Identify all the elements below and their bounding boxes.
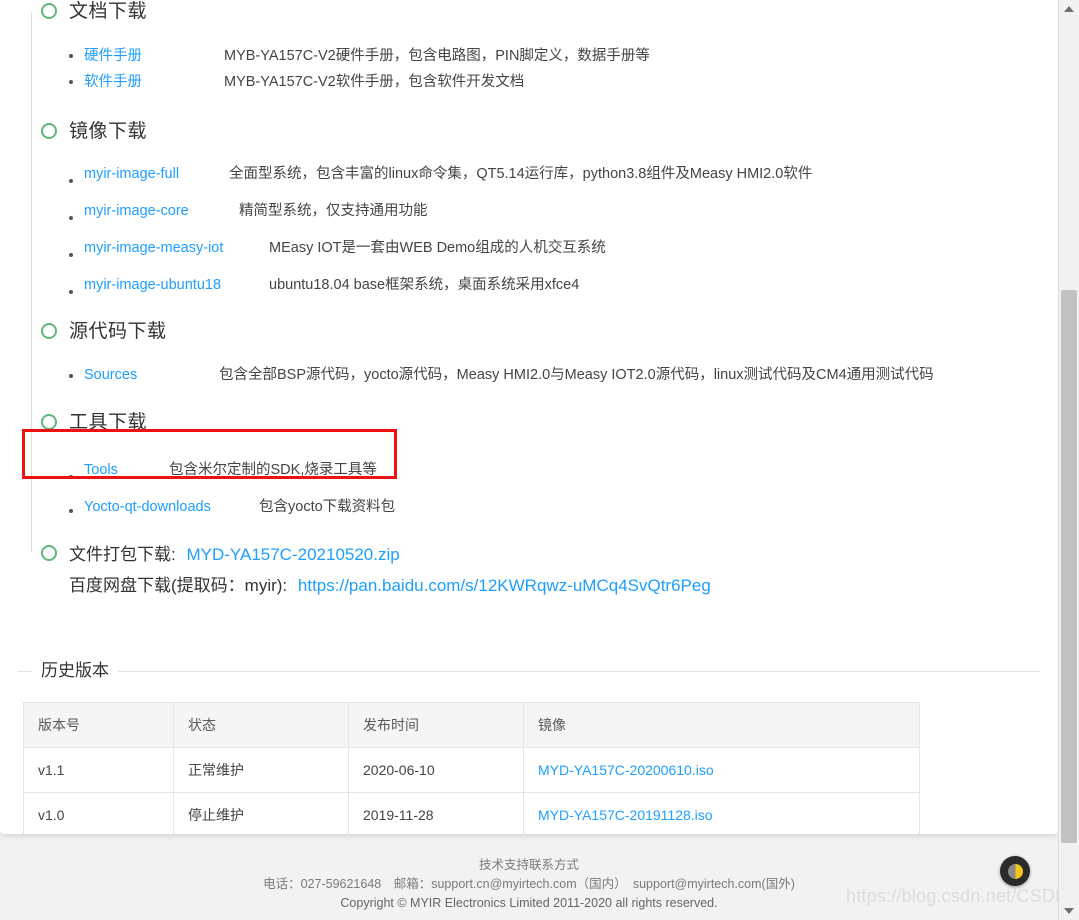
timeline-section-images: 镜像下载 myir-image-full 全面型系统，包含丰富的linux命令集…: [18, 120, 1040, 311]
cell-status: 正常维护: [173, 747, 349, 793]
content-card: 文档下载 硬件手册 MYB-YA157C-V2硬件手册，包含电路图，PIN脚定义…: [0, 0, 1058, 834]
column-header-version: 版本号: [23, 702, 174, 748]
table-row: v1.1 正常维护 2020-06-10 MYD-YA157C-20200610…: [23, 747, 920, 793]
cell-status: 停止维护: [173, 792, 349, 834]
download-link[interactable]: myir-image-full: [84, 163, 229, 185]
timeline-dot-icon: [41, 3, 57, 19]
timeline-section-tools: 工具下载 Tools 包含米尔定制的SDK,烧录工具等 Yocto-qt-dow…: [18, 411, 1040, 530]
download-link[interactable]: myir-image-measy-iot: [84, 237, 269, 259]
download-description: 包含yocto下载资料包: [259, 499, 396, 515]
content-inner: 文档下载 硬件手册 MYB-YA157C-V2硬件手册，包含电路图，PIN脚定义…: [0, 0, 1058, 599]
section-title: 镜像下载: [69, 121, 148, 142]
download-list-sources: Sources 包含全部BSP源代码，yocto源代码，Measy HMI2.0…: [69, 364, 1040, 394]
timeline-dot-icon: [41, 414, 57, 430]
download-link[interactable]: myir-image-ubuntu18: [84, 274, 269, 296]
bullet-icon: [69, 374, 73, 378]
download-description: MEasy IOT是一套由WEB Demo组成的人机交互系统: [269, 240, 606, 256]
bullet-icon: [69, 80, 73, 84]
list-item[interactable]: myir-image-measy-iot MEasy IOT是一套由WEB De…: [69, 237, 1040, 274]
column-header-image: 镜像: [523, 702, 920, 748]
cell-date: 2019-11-28: [348, 792, 524, 834]
scrollbar-thumb[interactable]: [1061, 290, 1077, 843]
baidu-pan-link[interactable]: https://pan.baidu.com/s/12KWRqwz-uMCq4Sv…: [298, 576, 711, 595]
chevron-down-icon: [1064, 908, 1074, 914]
list-item[interactable]: Tools 包含米尔定制的SDK,烧录工具等: [69, 459, 1040, 496]
footer-support-title: 技术支持联系方式: [478, 858, 579, 872]
package-zip-link[interactable]: MYD-YA157C-20210520.zip: [186, 545, 399, 564]
bullet-icon: [69, 216, 73, 220]
column-header-date: 发布时间: [348, 702, 524, 748]
table-header-row: 版本号 状态 发布时间 镜像: [23, 702, 920, 748]
download-link[interactable]: 软件手册: [84, 71, 224, 93]
history-legend: 历史版本: [32, 659, 118, 683]
baidu-download-line: 百度网盘下载(提取码：myir): https://pan.baidu.com/…: [69, 573, 1040, 599]
contrast-circle-icon: [1007, 863, 1023, 879]
download-description: 全面型系统，包含丰富的linux命令集，QT5.14运行库，python3.8组…: [229, 166, 813, 182]
download-link[interactable]: myir-image-core: [84, 200, 239, 222]
cell-version: v1.1: [23, 747, 174, 793]
download-description: ubuntu18.04 base框架系统，桌面系统采用xfce4: [269, 277, 580, 293]
download-description: 包含米尔定制的SDK,烧录工具等: [169, 462, 377, 478]
bullet-icon: [69, 54, 73, 58]
cell-date: 2020-06-10: [348, 747, 524, 793]
column-header-status: 状态: [173, 702, 349, 748]
download-link[interactable]: Sources: [84, 364, 219, 386]
history-image-link[interactable]: MYD-YA157C-20200610.iso: [538, 762, 714, 778]
timeline-dot-icon: [41, 545, 57, 561]
download-description: MYB-YA157C-V2软件手册，包含软件开发文档: [224, 74, 525, 90]
section-title: 文档下载: [69, 1, 148, 22]
timeline-dot-icon: [41, 123, 57, 139]
vertical-scrollbar[interactable]: [1058, 0, 1079, 920]
history-image-link[interactable]: MYD-YA157C-20191128.iso: [538, 807, 713, 823]
list-item[interactable]: Yocto-qt-downloads 包含yocto下载资料包: [69, 496, 1040, 530]
history-fieldset: 历史版本 版本号 状态 发布时间 镜像 v1.1 正常维护 2020-06-10…: [18, 659, 1040, 834]
scroll-down-button[interactable]: [1059, 902, 1079, 920]
bullet-icon: [69, 179, 73, 183]
history-table: 版本号 状态 发布时间 镜像 v1.1 正常维护 2020-06-10 MYD-…: [23, 702, 920, 834]
cell-image: MYD-YA157C-20200610.iso: [523, 747, 920, 793]
download-description: 包含全部BSP源代码，yocto源代码，Measy HMI2.0与Measy I…: [219, 367, 934, 383]
watermark-text: https://blog.csdn.net/CSDN_XZ: [846, 886, 1079, 906]
list-item[interactable]: 软件手册 MYB-YA157C-V2软件手册，包含软件开发文档: [69, 71, 1040, 97]
list-item[interactable]: 硬件手册 MYB-YA157C-V2硬件手册，包含电路图，PIN脚定义，数据手册…: [69, 45, 1040, 71]
package-label: 文件打包下载:: [69, 545, 176, 564]
section-title: 源代码下载: [69, 321, 167, 342]
bullet-icon: [69, 475, 73, 479]
timeline-section-documents: 文档下载 硬件手册 MYB-YA157C-V2硬件手册，包含电路图，PIN脚定义…: [18, 0, 1040, 97]
list-item[interactable]: myir-image-full 全面型系统，包含丰富的linux命令集，QT5.…: [69, 163, 1040, 200]
list-item[interactable]: myir-image-core 精简型系统，仅支持通用功能: [69, 200, 1040, 237]
download-list-documents: 硬件手册 MYB-YA157C-V2硬件手册，包含电路图，PIN脚定义，数据手册…: [69, 45, 1040, 97]
list-item[interactable]: Sources 包含全部BSP源代码，yocto源代码，Measy HMI2.0…: [69, 364, 1040, 394]
download-description: 精简型系统，仅支持通用功能: [239, 203, 428, 219]
section-title: 工具下载: [69, 412, 148, 433]
download-link[interactable]: Tools: [84, 459, 169, 481]
download-list-images: myir-image-full 全面型系统，包含丰富的linux命令集，QT5.…: [69, 163, 1040, 311]
download-link[interactable]: 硬件手册: [84, 45, 224, 67]
table-row: v1.0 停止维护 2019-11-28 MYD-YA157C-20191128…: [23, 792, 920, 834]
bullet-icon: [69, 253, 73, 257]
list-item[interactable]: myir-image-ubuntu18 ubuntu18.04 base框架系统…: [69, 274, 1040, 311]
bullet-icon: [69, 509, 73, 513]
baidu-label: 百度网盘下载(提取码：myir):: [69, 576, 288, 595]
download-description: MYB-YA157C-V2硬件手册，包含电路图，PIN脚定义，数据手册等: [224, 48, 650, 64]
download-link[interactable]: Yocto-qt-downloads: [84, 496, 259, 518]
theme-contrast-toggle-button[interactable]: [1000, 856, 1030, 886]
timeline-section-sources: 源代码下载 Sources 包含全部BSP源代码，yocto源代码，Measy …: [18, 320, 1040, 394]
timeline-section-package: 文件打包下载: MYD-YA157C-20210520.zip 百度网盘下载(提…: [18, 542, 1040, 599]
download-list-tools: Tools 包含米尔定制的SDK,烧录工具等 Yocto-qt-download…: [69, 459, 1040, 530]
timeline-dot-icon: [41, 323, 57, 339]
scroll-up-button[interactable]: [1059, 0, 1079, 18]
bullet-icon: [69, 290, 73, 294]
cell-image: MYD-YA157C-20191128.iso: [523, 792, 920, 834]
cell-version: v1.0: [23, 792, 174, 834]
package-download-line: 文件打包下载: MYD-YA157C-20210520.zip: [69, 542, 1040, 568]
chevron-up-icon: [1064, 6, 1074, 12]
